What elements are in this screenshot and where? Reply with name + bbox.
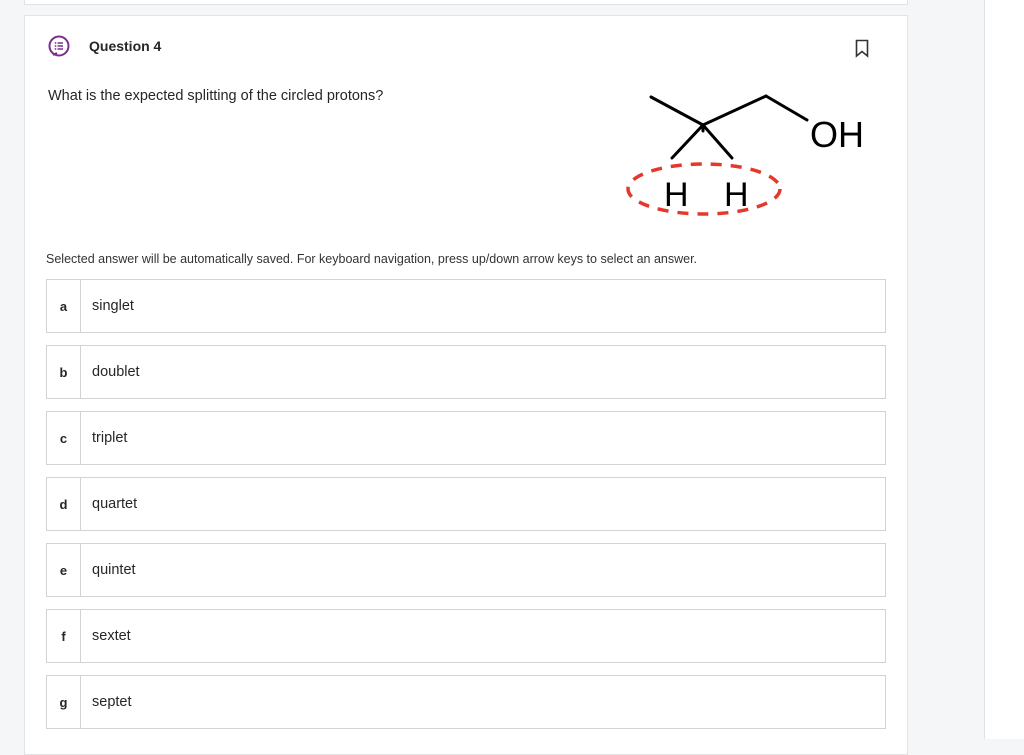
option-letter: b — [47, 346, 81, 398]
answer-options-list: a singlet b doublet c triplet d quartet … — [46, 279, 886, 741]
bookmark-icon[interactable] — [855, 39, 869, 58]
answer-option-e[interactable]: e quintet — [46, 543, 886, 597]
answer-option-c[interactable]: c triplet — [46, 411, 886, 465]
answer-option-d[interactable]: d quartet — [46, 477, 886, 531]
previous-card-edge — [24, 0, 908, 5]
answer-option-a[interactable]: a singlet — [46, 279, 886, 333]
hydroxyl-label: OH — [810, 114, 864, 155]
option-text: doublet — [92, 364, 140, 380]
option-letter: a — [47, 280, 81, 332]
option-letter: g — [47, 676, 81, 728]
molecule-structure-image: OH H H — [626, 94, 864, 216]
option-letter: c — [47, 412, 81, 464]
proton-label-left: H — [664, 176, 689, 214]
option-text: quartet — [92, 496, 138, 512]
option-letter: f — [47, 610, 81, 662]
multiple-choice-icon — [48, 35, 70, 57]
option-text: septet — [92, 694, 132, 710]
right-side-panel — [984, 0, 1024, 739]
question-prompt: What is the expected splitting of the ci… — [48, 88, 384, 104]
option-text: singlet — [92, 298, 134, 314]
question-title: Question 4 — [89, 38, 162, 54]
answer-option-f[interactable]: f sextet — [46, 609, 886, 663]
option-text: sextet — [92, 628, 131, 644]
proton-label-right: H — [724, 176, 749, 214]
proton-highlight-circle — [626, 162, 782, 216]
answer-option-b[interactable]: b doublet — [46, 345, 886, 399]
option-text: triplet — [92, 430, 128, 446]
option-text: quintet — [92, 562, 136, 578]
answer-option-g[interactable]: g septet — [46, 675, 886, 729]
question-card: Question 4 What is the expected splittin… — [24, 15, 908, 755]
option-letter: e — [47, 544, 81, 596]
answer-instructions: Selected answer will be automatically sa… — [46, 252, 698, 266]
option-letter: d — [47, 478, 81, 530]
